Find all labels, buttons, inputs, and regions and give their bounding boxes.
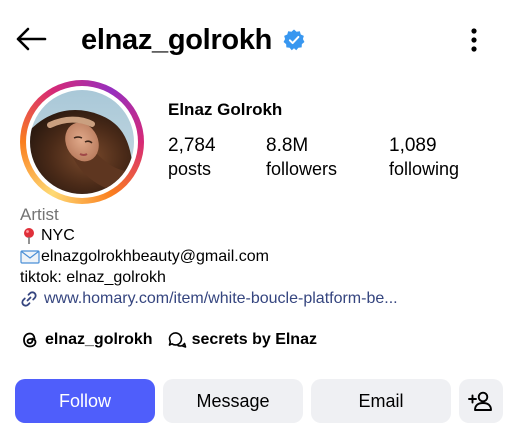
back-button[interactable]: [12, 22, 50, 56]
email-icon: [20, 249, 40, 265]
threads-icon: [20, 330, 40, 350]
followers-count: 8.8M: [266, 135, 309, 156]
link-text[interactable]: www.homary.com/item/white-boucle-platfor…: [44, 288, 398, 309]
link-icon: [21, 290, 37, 307]
bio-tiktok: tiktok: elnaz_golrokh: [20, 269, 166, 286]
display-name: Elnaz Golrokh: [168, 100, 283, 119]
category-label: Artist: [20, 205, 59, 224]
more-options-button[interactable]: [462, 24, 486, 56]
message-button[interactable]: Message: [163, 379, 303, 423]
followers-stat[interactable]: 8.8M followers: [266, 135, 337, 181]
threads-row: elnaz_golrokh secrets by Elnaz: [20, 330, 317, 350]
more-vertical-icon: [471, 28, 477, 52]
bio: Artist NYC elnazgolrokhbeauty@gmail.com …: [20, 204, 398, 309]
bio-email: elnazgolrokhbeauty@gmail.com: [20, 246, 398, 267]
posts-stat[interactable]: 2,784 posts: [168, 135, 216, 181]
email-button[interactable]: Email: [311, 379, 451, 423]
follow-button[interactable]: Follow: [15, 379, 155, 423]
following-count: 1,089: [389, 135, 437, 156]
username: elnaz_golrokh: [81, 23, 273, 56]
secrets-chat-link[interactable]: secrets by Elnaz: [167, 330, 317, 350]
location-text: NYC: [41, 227, 75, 244]
chat-bubbles-icon: [167, 330, 187, 350]
verified-badge-icon: [283, 29, 305, 51]
avatar: [30, 90, 134, 194]
following-label: following: [389, 159, 460, 179]
posts-count: 2,784: [168, 135, 216, 156]
secrets-label: secrets by Elnaz: [191, 331, 317, 348]
posts-label: posts: [168, 159, 212, 179]
email-text: elnazgolrokhbeauty@gmail.com: [41, 248, 269, 265]
round-pushpin-icon: [20, 227, 38, 245]
followers-label: followers: [266, 159, 338, 179]
avatar-story-ring[interactable]: [20, 80, 144, 204]
profile-header: elnaz_golrokh: [0, 0, 517, 80]
following-stat[interactable]: 1,089 following: [389, 135, 459, 181]
username-area: elnaz_golrokh: [81, 20, 305, 60]
threads-handle: elnaz_golrokh: [45, 331, 153, 348]
bio-location: NYC: [20, 225, 398, 246]
avatar-frame: [26, 86, 138, 198]
threads-profile-link[interactable]: elnaz_golrokh: [20, 330, 153, 350]
suggested-accounts-button[interactable]: [459, 379, 503, 423]
add-person-icon: [468, 391, 492, 411]
bio-link[interactable]: www.homary.com/item/white-boucle-platfor…: [20, 288, 398, 309]
back-arrow-icon: [16, 27, 47, 51]
